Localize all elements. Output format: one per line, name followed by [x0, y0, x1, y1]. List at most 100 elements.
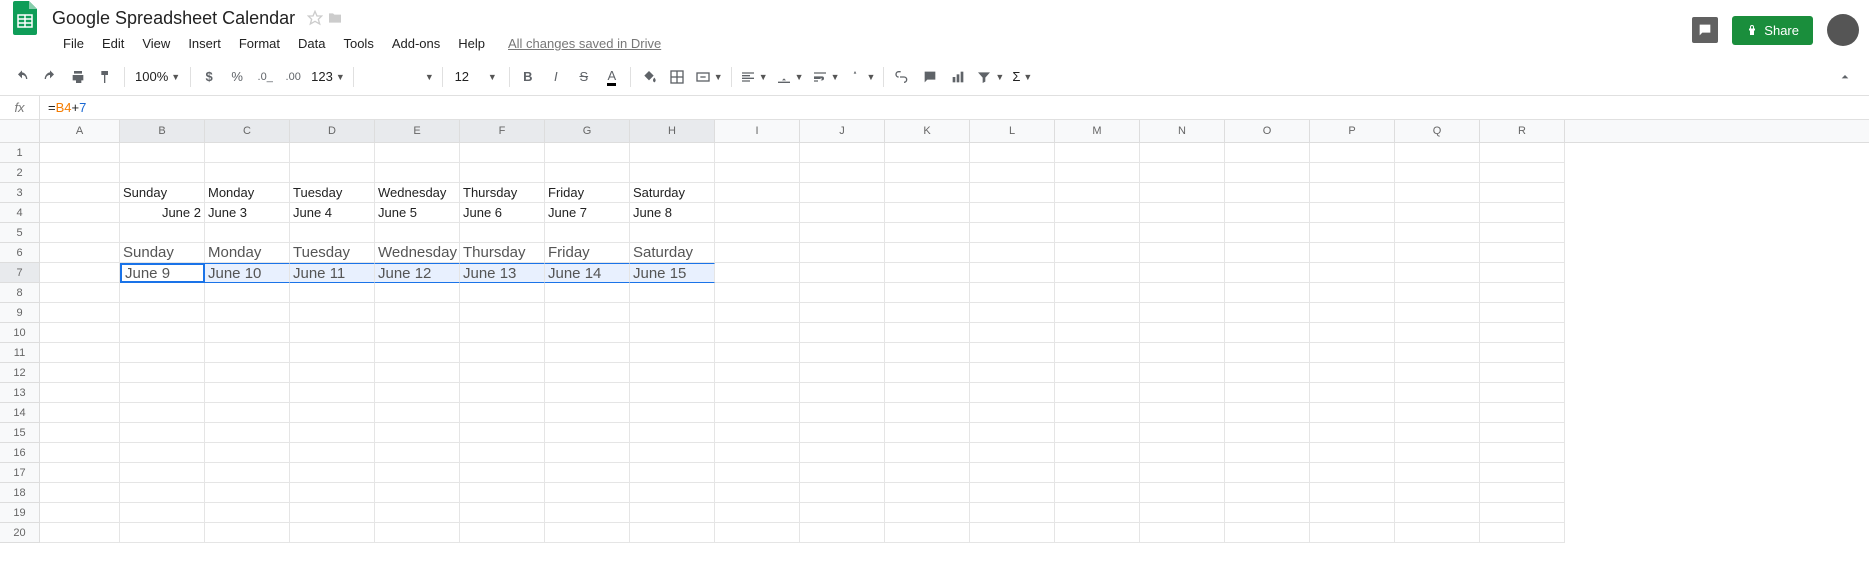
cell-M5[interactable] — [1055, 223, 1140, 243]
cell-B9[interactable] — [120, 303, 205, 323]
cell-G13[interactable] — [545, 383, 630, 403]
cell-L11[interactable] — [970, 343, 1055, 363]
cell-Q10[interactable] — [1395, 323, 1480, 343]
cell-K16[interactable] — [885, 443, 970, 463]
cell-Q13[interactable] — [1395, 383, 1480, 403]
cell-O1[interactable] — [1225, 143, 1310, 163]
cell-H3[interactable]: Saturday — [630, 183, 715, 203]
cell-C12[interactable] — [205, 363, 290, 383]
cell-N3[interactable] — [1140, 183, 1225, 203]
row-header-20[interactable]: 20 — [0, 523, 40, 543]
share-button[interactable]: Share — [1732, 16, 1813, 45]
cell-N19[interactable] — [1140, 503, 1225, 523]
cell-N8[interactable] — [1140, 283, 1225, 303]
cell-E16[interactable] — [375, 443, 460, 463]
cell-N14[interactable] — [1140, 403, 1225, 423]
cell-C1[interactable] — [205, 143, 290, 163]
cell-D16[interactable] — [290, 443, 375, 463]
cell-K11[interactable] — [885, 343, 970, 363]
cell-O13[interactable] — [1225, 383, 1310, 403]
cell-B16[interactable] — [120, 443, 205, 463]
cell-L4[interactable] — [970, 203, 1055, 223]
cell-B3[interactable]: Sunday — [120, 183, 205, 203]
cell-H9[interactable] — [630, 303, 715, 323]
cell-G9[interactable] — [545, 303, 630, 323]
cell-C9[interactable] — [205, 303, 290, 323]
cell-G3[interactable]: Friday — [545, 183, 630, 203]
cell-L14[interactable] — [970, 403, 1055, 423]
decrease-decimal-button[interactable]: .0_ — [252, 64, 278, 90]
cell-M19[interactable] — [1055, 503, 1140, 523]
cell-H11[interactable] — [630, 343, 715, 363]
redo-button[interactable] — [37, 64, 63, 90]
cell-O6[interactable] — [1225, 243, 1310, 263]
cell-P20[interactable] — [1310, 523, 1395, 543]
cell-A2[interactable] — [40, 163, 120, 183]
cell-B12[interactable] — [120, 363, 205, 383]
cell-E15[interactable] — [375, 423, 460, 443]
cell-Q15[interactable] — [1395, 423, 1480, 443]
cell-A5[interactable] — [40, 223, 120, 243]
cell-L5[interactable] — [970, 223, 1055, 243]
cell-D1[interactable] — [290, 143, 375, 163]
col-header-P[interactable]: P — [1310, 120, 1395, 142]
cell-C14[interactable] — [205, 403, 290, 423]
cell-R6[interactable] — [1480, 243, 1565, 263]
cell-B7[interactable]: June 9 — [120, 263, 205, 283]
cell-R15[interactable] — [1480, 423, 1565, 443]
cell-M14[interactable] — [1055, 403, 1140, 423]
cell-E18[interactable] — [375, 483, 460, 503]
cell-N4[interactable] — [1140, 203, 1225, 223]
col-header-L[interactable]: L — [970, 120, 1055, 142]
cell-N20[interactable] — [1140, 523, 1225, 543]
cell-N5[interactable] — [1140, 223, 1225, 243]
cell-N16[interactable] — [1140, 443, 1225, 463]
cell-B6[interactable]: Sunday — [120, 243, 205, 263]
cell-I15[interactable] — [715, 423, 800, 443]
cell-B20[interactable] — [120, 523, 205, 543]
cell-L6[interactable] — [970, 243, 1055, 263]
bold-button[interactable]: B — [515, 64, 541, 90]
cell-C16[interactable] — [205, 443, 290, 463]
cell-N6[interactable] — [1140, 243, 1225, 263]
cell-K1[interactable] — [885, 143, 970, 163]
cell-D2[interactable] — [290, 163, 375, 183]
cell-N9[interactable] — [1140, 303, 1225, 323]
cell-K15[interactable] — [885, 423, 970, 443]
cell-J7[interactable] — [800, 263, 885, 283]
row-header-14[interactable]: 14 — [0, 403, 40, 423]
cell-I11[interactable] — [715, 343, 800, 363]
filter-button[interactable]: ▼ — [972, 67, 1008, 87]
cell-G10[interactable] — [545, 323, 630, 343]
cell-Q7[interactable] — [1395, 263, 1480, 283]
cell-O7[interactable] — [1225, 263, 1310, 283]
cell-J12[interactable] — [800, 363, 885, 383]
zoom-dropdown[interactable]: 100%▼ — [129, 67, 186, 86]
cell-H13[interactable] — [630, 383, 715, 403]
cell-G15[interactable] — [545, 423, 630, 443]
print-button[interactable] — [65, 64, 91, 90]
cell-K17[interactable] — [885, 463, 970, 483]
row-header-6[interactable]: 6 — [0, 243, 40, 263]
cell-K3[interactable] — [885, 183, 970, 203]
cell-P1[interactable] — [1310, 143, 1395, 163]
cell-F5[interactable] — [460, 223, 545, 243]
cell-G6[interactable]: Friday — [545, 243, 630, 263]
cell-I9[interactable] — [715, 303, 800, 323]
sheets-logo[interactable] — [8, 0, 44, 36]
row-header-16[interactable]: 16 — [0, 443, 40, 463]
cell-F16[interactable] — [460, 443, 545, 463]
cell-L10[interactable] — [970, 323, 1055, 343]
cell-G7[interactable]: June 14 — [545, 263, 630, 283]
cell-A9[interactable] — [40, 303, 120, 323]
col-header-O[interactable]: O — [1225, 120, 1310, 142]
insert-comment-button[interactable] — [917, 64, 943, 90]
menu-help[interactable]: Help — [451, 32, 492, 55]
folder-icon[interactable] — [327, 10, 343, 26]
cell-G4[interactable]: June 7 — [545, 203, 630, 223]
cell-H12[interactable] — [630, 363, 715, 383]
cell-I14[interactable] — [715, 403, 800, 423]
cell-F13[interactable] — [460, 383, 545, 403]
cell-C8[interactable] — [205, 283, 290, 303]
cell-J8[interactable] — [800, 283, 885, 303]
